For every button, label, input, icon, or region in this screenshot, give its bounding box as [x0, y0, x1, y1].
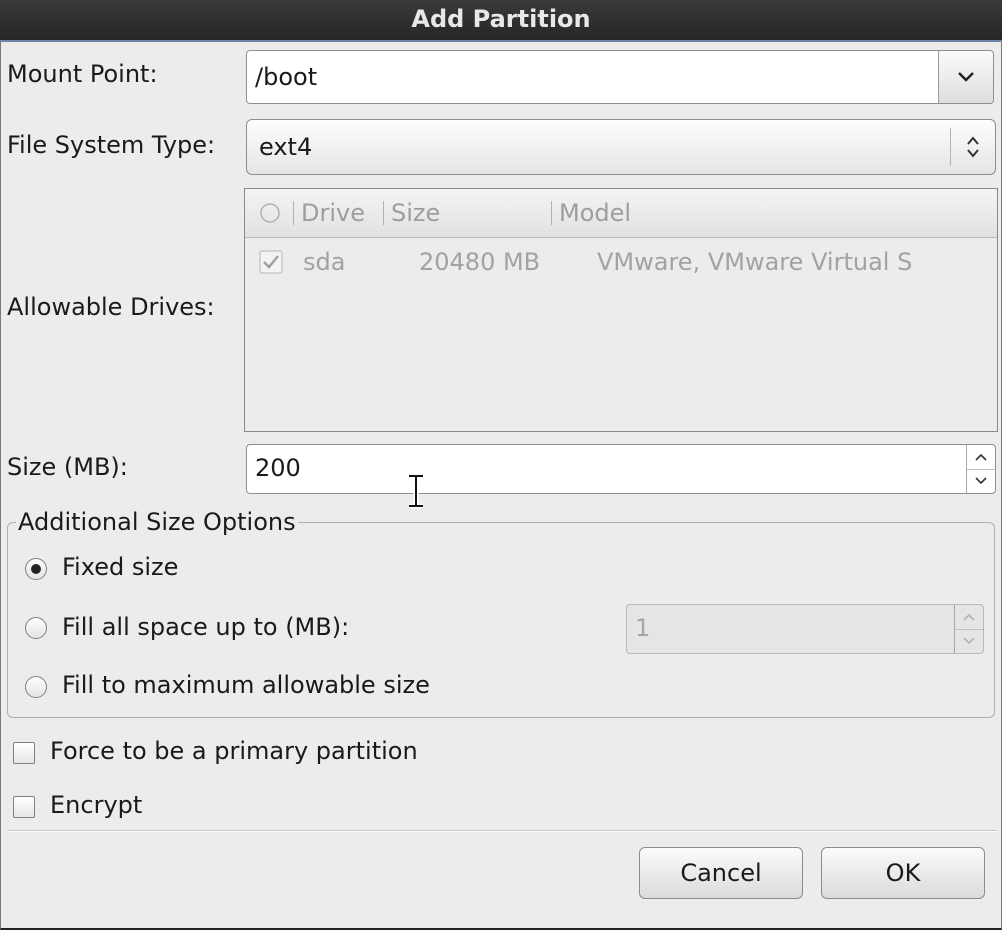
spin-arrows-icon[interactable] — [966, 445, 995, 493]
select-column-header[interactable] — [259, 189, 281, 240]
drive-name: sda — [303, 248, 346, 276]
drive-checkbox[interactable] — [259, 250, 283, 274]
increment-arrow[interactable] — [955, 605, 983, 629]
fixed-size-label[interactable]: Fixed size — [62, 553, 178, 581]
up-down-arrows-icon — [951, 120, 995, 174]
fs-type-select[interactable]: ext4 — [246, 119, 996, 175]
cancel-button[interactable]: Cancel — [639, 847, 803, 899]
encrypt-checkbox[interactable] — [13, 796, 35, 818]
ok-button[interactable]: OK — [821, 847, 985, 899]
fill-upto-label[interactable]: Fill all space up to (MB): — [62, 613, 349, 641]
decrement-arrow[interactable] — [967, 468, 995, 494]
force-primary-checkbox[interactable] — [13, 742, 35, 764]
mount-point-combo[interactable]: /boot — [246, 50, 994, 104]
drives-list-header: Drive Size Model — [245, 189, 997, 238]
header-separator — [551, 201, 552, 225]
drives-list[interactable]: Drive Size Model sda 20480 MB VMware, VM… — [244, 188, 998, 432]
fill-max-label[interactable]: Fill to maximum allowable size — [62, 671, 430, 699]
model-column-header[interactable]: Model — [559, 189, 631, 237]
fill-upto-spinbutton[interactable]: 1 — [626, 604, 984, 654]
text-cursor-icon — [409, 474, 423, 508]
force-primary-label[interactable]: Force to be a primary partition — [50, 737, 418, 765]
spin-arrows-icon[interactable] — [954, 605, 983, 653]
drive-model: VMware, VMware Virtual S — [597, 248, 913, 276]
size-label: Size (MB): — [7, 453, 128, 481]
decrement-arrow[interactable] — [955, 628, 983, 654]
fill-upto-input[interactable]: 1 — [635, 605, 650, 651]
header-separator — [293, 201, 294, 225]
mount-point-label: Mount Point: — [7, 60, 158, 88]
size-column-header[interactable]: Size — [391, 189, 440, 237]
mount-point-dropdown-button[interactable] — [938, 51, 993, 103]
fill-upto-radio[interactable] — [25, 617, 47, 639]
drive-size: 20480 MB — [419, 248, 541, 276]
dialog-title: Add Partition — [411, 5, 591, 33]
increment-arrow[interactable] — [967, 445, 995, 469]
size-options-legend: Additional Size Options — [16, 508, 298, 536]
button-separator — [7, 830, 997, 832]
drive-row[interactable]: sda 20480 MB VMware, VMware Virtual S — [245, 238, 997, 286]
fill-max-radio[interactable] — [25, 676, 47, 698]
fs-type-label: File System Type: — [7, 131, 216, 159]
fs-type-value: ext4 — [259, 133, 313, 161]
allowable-drives-label: Allowable Drives: — [7, 293, 215, 321]
fixed-size-radio[interactable] — [25, 558, 47, 580]
chevron-down-icon — [958, 72, 974, 82]
dialog-titlebar: Add Partition — [0, 0, 1002, 42]
size-spinbutton[interactable]: 200 — [246, 444, 996, 494]
header-separator — [383, 201, 384, 225]
drive-column-header[interactable]: Drive — [301, 189, 365, 237]
encrypt-label[interactable]: Encrypt — [50, 791, 142, 819]
mount-point-input[interactable]: /boot — [255, 51, 317, 103]
size-input[interactable]: 200 — [255, 445, 301, 491]
